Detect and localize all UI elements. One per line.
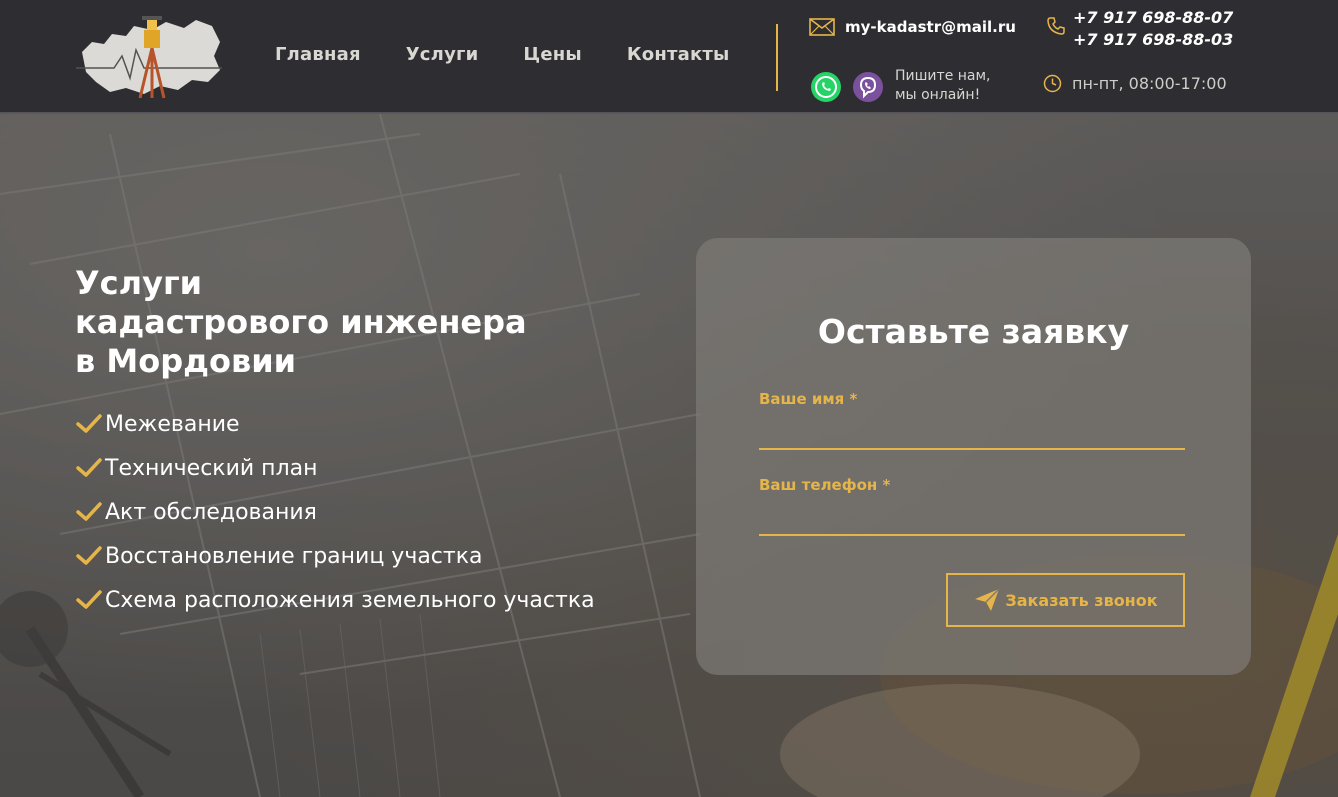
service-item: Восстановление границ участка <box>75 534 595 578</box>
envelope-icon <box>809 18 835 36</box>
working-hours: пн-пт, 08:00-17:00 <box>1072 74 1227 93</box>
phone-field-label: Ваш телефон * <box>759 476 891 494</box>
logo-icon[interactable] <box>74 12 224 100</box>
service-label: Акт обследования <box>105 499 317 525</box>
online-line-2: мы онлайн! <box>895 87 981 103</box>
phone-field[interactable] <box>759 504 1185 536</box>
checkmark-icon <box>76 502 102 521</box>
order-call-button[interactable]: Заказать звонок <box>946 573 1185 627</box>
messenger-links <box>809 70 885 104</box>
checkmark-icon <box>76 590 102 609</box>
hero-title-line-3: в Мордовии <box>75 342 297 380</box>
service-label: Межевание <box>105 411 240 437</box>
service-item: Межевание <box>75 402 595 446</box>
service-item: Технический план <box>75 446 595 490</box>
header-divider <box>776 24 778 91</box>
online-status: Пишите нам, мы онлайн! <box>895 67 991 105</box>
service-item: Акт обследования <box>75 490 595 534</box>
hero-title-line-1: Услуги <box>75 264 203 302</box>
hero-title: Услуги кадастрового инженера в Мордовии <box>75 264 635 381</box>
main-nav: Главная Услуги Цены Контакты <box>275 44 774 65</box>
name-field-label: Ваше имя * <box>759 390 858 408</box>
viber-icon[interactable] <box>851 70 885 104</box>
hero-section: Услуги кадастрового инженера в Мордовии … <box>0 114 1338 797</box>
online-line-1: Пишите нам, <box>895 68 991 84</box>
nav-item-home[interactable]: Главная <box>275 44 361 65</box>
name-field[interactable] <box>759 418 1185 450</box>
form-title: Оставьте заявку <box>817 312 1130 351</box>
service-label: Восстановление границ участка <box>105 543 483 569</box>
phone-link-1[interactable]: +7 917 698-88-07 <box>1073 7 1233 29</box>
whatsapp-icon[interactable] <box>809 70 843 104</box>
clock-icon <box>1043 74 1062 93</box>
order-call-label: Заказать звонок <box>1005 590 1158 610</box>
service-label: Технический план <box>105 455 318 481</box>
checkmark-icon <box>76 546 102 565</box>
site-header: Главная Услуги Цены Контакты my-kadastr@… <box>0 0 1338 113</box>
nav-item-contacts[interactable]: Контакты <box>627 44 730 65</box>
callback-form: Оставьте заявку Ваше имя * Ваш телефон *… <box>696 238 1251 675</box>
phone-icon <box>1047 17 1065 35</box>
checkmark-icon <box>76 414 102 433</box>
nav-item-prices[interactable]: Цены <box>523 44 581 65</box>
checkmark-icon <box>76 458 102 477</box>
email-link[interactable]: my-kadastr@mail.ru <box>845 18 1016 36</box>
paper-plane-icon <box>975 588 1000 611</box>
nav-item-services[interactable]: Услуги <box>406 44 479 65</box>
hero-title-line-2: кадастрового инженера <box>75 303 527 341</box>
phone-link-2[interactable]: +7 917 698-88-03 <box>1073 29 1233 51</box>
service-item: Схема расположения земельного участка <box>75 578 595 622</box>
phone-list: +7 917 698-88-07 +7 917 698-88-03 <box>1073 7 1233 51</box>
service-label: Схема расположения земельного участка <box>105 587 595 613</box>
services-list: Межевание Технический план Акт обследова… <box>75 402 595 622</box>
email-contact[interactable]: my-kadastr@mail.ru <box>809 18 1016 36</box>
